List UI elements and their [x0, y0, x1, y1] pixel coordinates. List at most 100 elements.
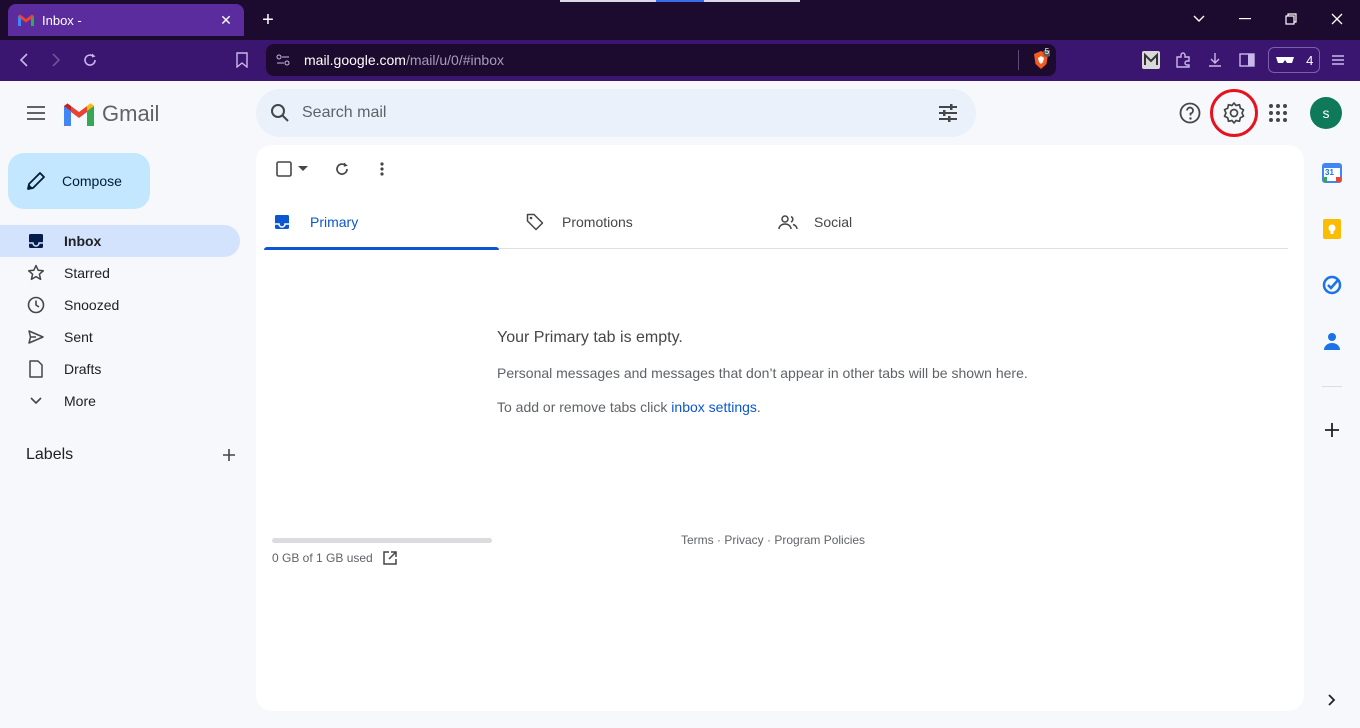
labels-section: Labels [26, 444, 236, 466]
tab-label: Primary [310, 214, 359, 230]
site-info-icon[interactable] [276, 54, 294, 66]
empty-hint-suffix: . [756, 399, 761, 415]
restore-button[interactable] [1268, 4, 1314, 34]
extension-m-icon[interactable] [1141, 50, 1161, 70]
compose-button[interactable]: Compose [8, 153, 150, 209]
gmail-favicon-icon [18, 12, 34, 28]
settings-gear-icon[interactable] [1222, 101, 1246, 125]
chevron-down-icon [26, 391, 46, 411]
sidebar-item-sent[interactable]: Sent [0, 321, 240, 353]
select-checkbox-dropdown[interactable] [272, 157, 312, 181]
program-policies-link[interactable]: Program Policies [774, 533, 865, 547]
inbox-icon [274, 212, 294, 232]
empty-description: Personal messages and messages that don’… [497, 365, 1028, 381]
sidebar-nav: Inbox Starred Snoozed Sent Drafts More [0, 225, 240, 417]
tab-promotions[interactable]: Promotions [516, 195, 751, 249]
tab-label: Promotions [562, 214, 633, 230]
checkbox-icon[interactable] [276, 161, 292, 177]
back-button[interactable] [12, 48, 36, 72]
browser-menu-icon[interactable] [1328, 50, 1348, 70]
forward-button[interactable] [44, 48, 68, 72]
url-path: /mail/u/0/#inbox [405, 52, 504, 68]
privacy-link[interactable]: Privacy [724, 533, 763, 547]
account-avatar[interactable]: s [1310, 97, 1342, 129]
new-tab-button[interactable]: + [256, 8, 280, 32]
close-window-button[interactable] [1314, 4, 1360, 34]
storage-usage: 0 GB of 1 GB used [272, 551, 397, 565]
mail-list-pane: Primary Promotions Social Your Primary t… [256, 145, 1304, 711]
download-icon[interactable] [1205, 50, 1225, 70]
address-divider [1018, 50, 1019, 70]
category-tabs: Primary Promotions Social [264, 195, 1288, 250]
sidebar-item-starred[interactable]: Starred [0, 257, 240, 289]
footer-separator: · [713, 533, 725, 547]
storage-bar [272, 538, 492, 543]
inbox-icon [26, 231, 46, 251]
sidebar-item-label: More [64, 393, 96, 409]
more-options-icon[interactable] [372, 157, 392, 181]
caret-down-icon[interactable] [298, 166, 308, 172]
empty-state: Your Primary tab is empty. Personal mess… [497, 329, 1097, 415]
sidebar-item-label: Drafts [64, 361, 102, 377]
star-icon [26, 263, 46, 283]
help-icon[interactable] [1178, 101, 1202, 125]
refresh-icon[interactable] [332, 157, 352, 181]
minimize-button[interactable] [1222, 4, 1268, 34]
terms-link[interactable]: Terms [681, 533, 714, 547]
shield-count: 5 [1044, 47, 1050, 56]
wallet-button[interactable]: 4 [1268, 47, 1320, 73]
search-input[interactable] [302, 104, 902, 122]
bookmark-icon[interactable] [230, 48, 254, 72]
draft-icon [26, 359, 46, 379]
sidebar-item-snoozed[interactable]: Snoozed [0, 289, 240, 321]
address-bar[interactable]: mail.google.com/mail/u/0/#inbox 5 [266, 44, 1056, 76]
inbox-settings-link[interactable]: inbox settings [671, 399, 757, 415]
compose-label: Compose [62, 173, 122, 189]
tab-social[interactable]: Social [768, 195, 1003, 249]
sidebar-item-label: Starred [64, 265, 110, 281]
tab-title: Inbox - [42, 12, 82, 28]
sidebar-item-inbox[interactable]: Inbox [0, 225, 240, 257]
external-link-icon[interactable] [382, 551, 397, 565]
tasks-app-icon[interactable] [1320, 273, 1344, 297]
browser-tab[interactable]: Inbox - ✕ [8, 4, 244, 36]
sidebar-item-label: Sent [64, 329, 93, 345]
add-label-icon[interactable] [222, 448, 236, 462]
tab-label: Social [814, 214, 853, 230]
get-addons-plus-icon[interactable] [1320, 418, 1344, 442]
main-menu-icon[interactable] [22, 99, 50, 127]
sidebar-toggle-icon[interactable] [1237, 50, 1257, 70]
tab-close-icon[interactable]: ✕ [218, 12, 234, 29]
calendar-app-icon[interactable]: 31 [1320, 161, 1344, 185]
gmail-logo[interactable]: Gmail [64, 101, 159, 127]
reload-button[interactable] [78, 48, 102, 72]
url-host: mail.google.com [304, 52, 406, 68]
glasses-icon [1275, 53, 1295, 68]
side-panel-divider [1322, 386, 1342, 387]
pencil-icon [26, 171, 46, 191]
brave-shields-icon[interactable]: 5 [1032, 47, 1051, 70]
calendar-day: 31 [1325, 168, 1334, 177]
sidebar-item-drafts[interactable]: Drafts [0, 353, 240, 385]
expand-panel-chevron-icon[interactable] [1320, 688, 1344, 712]
search-bar[interactable] [256, 89, 976, 137]
apps-grid-icon[interactable] [1266, 101, 1290, 125]
tag-icon [526, 212, 546, 232]
extensions-puzzle-icon[interactable] [1173, 50, 1193, 70]
keep-app-icon[interactable] [1320, 217, 1344, 241]
tab-primary[interactable]: Primary [264, 195, 499, 250]
gmail-wordmark: Gmail [102, 101, 160, 126]
gmail-header: Gmail s [0, 81, 1360, 145]
contacts-app-icon[interactable] [1320, 329, 1344, 353]
send-icon [26, 327, 46, 347]
tab-strip-indicator [560, 0, 800, 2]
sidebar-item-more[interactable]: More [0, 385, 240, 417]
storage-text: 0 GB of 1 GB used [272, 551, 373, 565]
search-options-icon[interactable] [936, 101, 960, 125]
wallet-count: 4 [1306, 52, 1314, 68]
footer-links: Terms · Privacy · Program Policies [681, 533, 865, 547]
search-icon[interactable] [270, 103, 290, 123]
empty-hint-prefix: To add or remove tabs click [497, 399, 672, 415]
browser-toolbar: mail.google.com/mail/u/0/#inbox 5 4 [0, 40, 1360, 81]
tab-search-icon[interactable] [1176, 4, 1222, 34]
